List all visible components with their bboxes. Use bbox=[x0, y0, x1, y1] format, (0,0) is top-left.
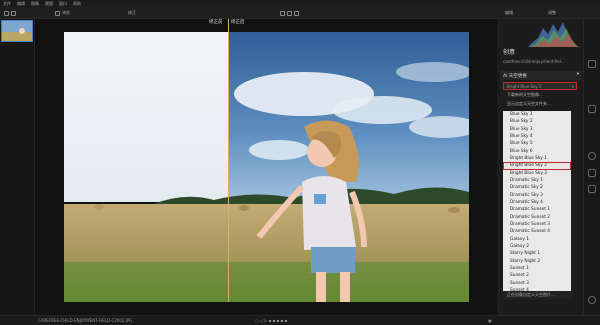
tab-adjust[interactable]: 调整 bbox=[548, 9, 556, 17]
toolbar: 浏览 修正 编辑 调整 bbox=[0, 7, 600, 19]
list-item[interactable]: Dramatic Sunset 4 bbox=[503, 228, 571, 235]
list-item[interactable]: Blue Sky 2 bbox=[503, 118, 571, 125]
list-item[interactable]: Bright Blue Sky 1 bbox=[503, 155, 571, 162]
list-item[interactable]: Bright Blue Sky 3 bbox=[503, 170, 571, 177]
palette-icon[interactable] bbox=[588, 152, 596, 160]
tab-edit[interactable]: 编辑 bbox=[505, 9, 513, 17]
back-icon[interactable] bbox=[4, 10, 9, 16]
status-bar: CAREFREE-CHILD-ENJOYMENT-FIELD-C2002.JPG… bbox=[0, 315, 600, 325]
list-item[interactable]: Dramatic Sunset 1 bbox=[503, 206, 571, 213]
list-item[interactable]: Blue Sky 6 bbox=[503, 148, 571, 155]
list-item[interactable]: Dramatic Sky 1 bbox=[503, 177, 571, 184]
list-item[interactable]: Dramatic Sky 4 bbox=[503, 199, 571, 206]
list-item[interactable]: Galaxy 1 bbox=[503, 236, 571, 243]
compare-divider[interactable] bbox=[228, 19, 229, 302]
folder-icon bbox=[55, 10, 60, 16]
menu-item[interactable]: 文件 bbox=[3, 1, 11, 7]
nav-buttons[interactable] bbox=[4, 9, 16, 17]
download-sky-button[interactable]: 下载新的天空图像... bbox=[503, 91, 577, 99]
history-icon[interactable] bbox=[588, 296, 596, 304]
mode-switch[interactable]: 修正 bbox=[128, 9, 136, 17]
list-item[interactable]: Dramatic Sky 3 bbox=[503, 192, 571, 199]
show-custom-folder-button[interactable]: 显示自定义天空文件夹... bbox=[503, 100, 577, 108]
status-filename: CAREFREE-CHILD-ENJOYMENT-FIELD-C2002.JPG bbox=[38, 318, 133, 323]
list-item[interactable]: Blue Sky 4 bbox=[503, 133, 571, 140]
chevron-down-icon: ▾ bbox=[571, 84, 574, 89]
thumbnail-image bbox=[2, 21, 32, 41]
tool-strip bbox=[583, 19, 600, 315]
filmstrip-panel bbox=[0, 19, 35, 315]
list-item[interactable]: Starry Night 2 bbox=[503, 258, 571, 265]
list-item[interactable]: Dramatic Sunset 2 bbox=[503, 214, 571, 221]
brush-icon[interactable] bbox=[588, 105, 596, 113]
trash-icon[interactable]: ▣ bbox=[488, 318, 492, 323]
zoom-icon[interactable] bbox=[294, 10, 299, 16]
photo-thumbnail[interactable] bbox=[1, 20, 33, 42]
menu-item[interactable]: 窗口 bbox=[59, 1, 67, 7]
main-photo[interactable] bbox=[64, 32, 469, 302]
list-item[interactable]: Sunset 1 bbox=[503, 265, 571, 272]
list-item[interactable]: Dramatic Sunset 3 bbox=[503, 221, 571, 228]
layers-icon[interactable] bbox=[588, 185, 596, 193]
collapse-icon[interactable]: ▾ bbox=[577, 72, 579, 77]
list-footer: 正在加载自定义天空图片... bbox=[503, 291, 573, 299]
list-item[interactable]: Dramatic Sky 2 bbox=[503, 184, 571, 191]
menu-item[interactable]: 视图 bbox=[45, 1, 53, 7]
list-item[interactable]: Blue Sky 5 bbox=[503, 140, 571, 147]
menu-bar: 文件 编辑 图像 视图 窗口 帮助 bbox=[0, 0, 600, 7]
view-icons[interactable] bbox=[280, 9, 299, 17]
crop-icon[interactable] bbox=[588, 169, 596, 177]
eye-icon[interactable] bbox=[280, 10, 285, 16]
list-item[interactable]: Sunset 2 bbox=[503, 272, 571, 279]
ai-sky-section-header[interactable]: AI 天空更换 ▾ bbox=[500, 71, 582, 80]
list-item[interactable]: Sunset 3 bbox=[503, 280, 571, 287]
menu-item[interactable]: 帮助 bbox=[73, 1, 81, 7]
histogram bbox=[498, 20, 582, 47]
sky-dropdown-list[interactable]: Blue Sky 1 Blue Sky 2 Blue Sky 3 Blue Sk… bbox=[503, 111, 571, 300]
menu-item[interactable]: 图像 bbox=[31, 1, 39, 7]
after-label: 修正后 bbox=[231, 20, 245, 25]
panel-title: 创意 bbox=[503, 49, 516, 56]
before-label: 修正前 bbox=[209, 20, 223, 25]
image-filename: carefree-child-enjoyment-fiel... bbox=[503, 59, 565, 64]
forward-icon[interactable] bbox=[11, 10, 16, 16]
list-item-selected[interactable]: Bright Blue Sky 2 bbox=[503, 162, 571, 170]
zoom-controls[interactable]: ○ ◁ ▷ ▪ ▪ ▪ ▪ ▪ bbox=[255, 318, 287, 323]
browse-button[interactable]: 浏览 bbox=[55, 9, 70, 17]
sky-select[interactable]: Bright Blue Sky 2 ▾ bbox=[503, 82, 577, 90]
list-item[interactable]: Blue Sky 1 bbox=[503, 111, 571, 118]
list-item[interactable]: Galaxy 2 bbox=[503, 243, 571, 250]
menu-item[interactable]: 编辑 bbox=[17, 1, 25, 7]
compare-icon[interactable] bbox=[287, 10, 292, 16]
list-item[interactable]: Blue Sky 3 bbox=[503, 126, 571, 133]
list-item[interactable]: Starry Night 1 bbox=[503, 250, 571, 257]
settings-icon[interactable] bbox=[588, 60, 596, 68]
